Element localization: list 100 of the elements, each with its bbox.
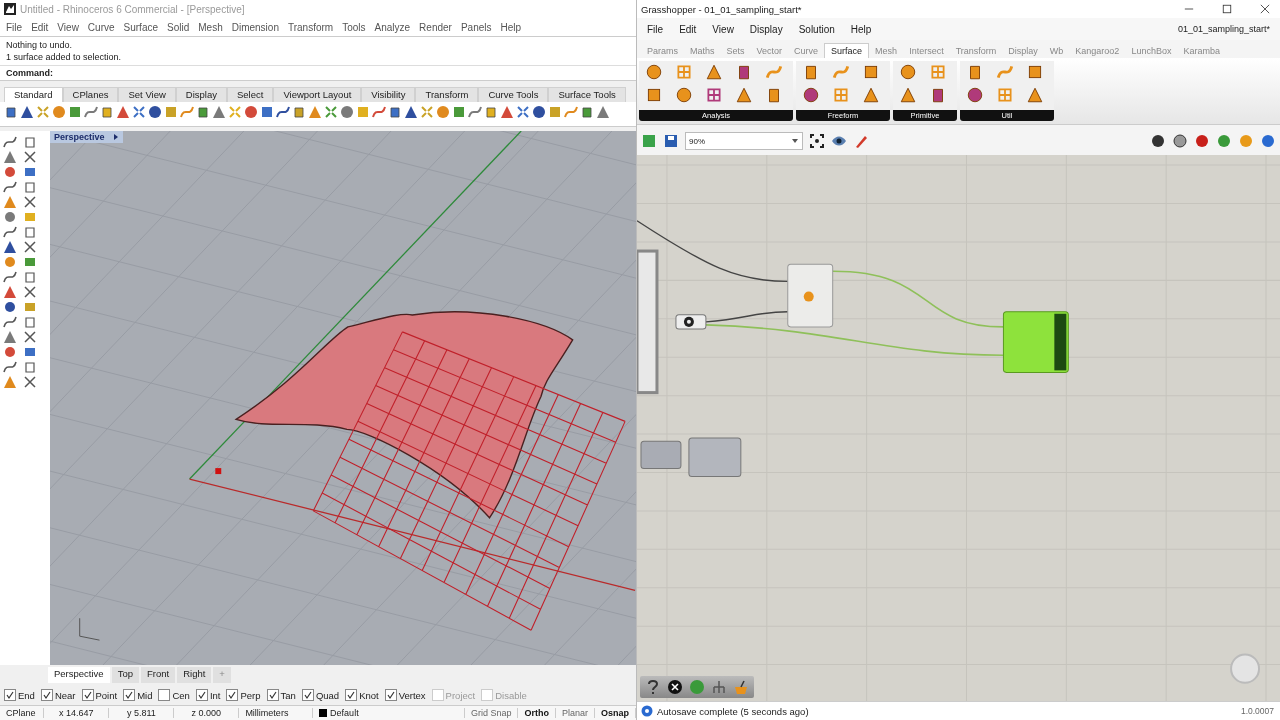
cone-icon[interactable] — [116, 105, 130, 119]
curve-icon[interactable] — [3, 135, 17, 149]
checkbox[interactable] — [40, 689, 53, 701]
cone-icon[interactable] — [500, 105, 514, 119]
sphere-icon[interactable] — [966, 86, 984, 104]
curve-icon[interactable] — [84, 105, 98, 119]
checkbox[interactable] — [158, 689, 171, 701]
maximize-icon[interactable] — [1222, 4, 1232, 14]
cone-icon[interactable] — [3, 330, 17, 344]
status-toggle[interactable]: Planar — [555, 708, 595, 718]
sphere-icon[interactable] — [532, 105, 546, 119]
curve-icon[interactable] — [468, 105, 482, 119]
cone-icon[interactable] — [899, 86, 917, 104]
sphere-icon[interactable] — [1172, 133, 1188, 149]
sphere-icon[interactable] — [1194, 133, 1210, 149]
slider-component[interactable] — [675, 314, 707, 330]
sphere-icon[interactable] — [3, 300, 17, 314]
toolbar-tab[interactable]: Viewport Layout — [273, 87, 362, 102]
status-toggle[interactable]: Grid Snap — [464, 708, 519, 718]
menu-item[interactable]: Transform — [287, 21, 334, 33]
sphere-icon[interactable] — [645, 63, 663, 81]
box-icon[interactable] — [260, 105, 274, 119]
help-icon[interactable] — [645, 679, 661, 695]
menu-item[interactable]: View — [712, 23, 734, 35]
menu-item[interactable]: View — [57, 21, 79, 33]
cone-icon[interactable] — [735, 86, 753, 104]
box-icon[interactable] — [23, 255, 37, 269]
command-prompt[interactable]: Command: — [0, 65, 636, 81]
checkbox[interactable] — [345, 689, 358, 701]
menu-item[interactable]: Surface — [123, 21, 158, 33]
sphere-icon[interactable] — [1150, 133, 1166, 149]
component-node[interactable] — [688, 437, 742, 478]
file-icon[interactable] — [641, 133, 657, 149]
toolbar-tab[interactable]: Surface Tools — [548, 87, 626, 102]
component-node[interactable] — [640, 440, 682, 469]
curve-icon[interactable] — [276, 105, 290, 119]
toolbar-tab[interactable]: Select — [226, 87, 274, 102]
pot-icon[interactable] — [733, 679, 749, 695]
checkbox[interactable] — [226, 689, 239, 701]
box-icon[interactable] — [645, 86, 663, 104]
menu-item[interactable]: Dimension — [231, 21, 279, 33]
menu-item[interactable]: Panels — [460, 21, 492, 33]
viewport-tab[interactable]: Top — [111, 667, 139, 683]
cone-icon[interactable] — [1026, 86, 1044, 104]
box-icon[interactable] — [68, 105, 82, 119]
checkbox[interactable] — [81, 689, 94, 701]
checkbox[interactable] — [123, 689, 136, 701]
tree-icon[interactable] — [711, 679, 727, 695]
checkbox[interactable] — [301, 689, 314, 701]
checkbox[interactable] — [266, 689, 279, 701]
menu-item[interactable]: Edit — [31, 21, 49, 33]
cone-icon[interactable] — [404, 105, 418, 119]
toolbar-tab[interactable]: Transform — [415, 87, 479, 102]
cone-icon[interactable] — [596, 105, 610, 119]
curve-icon[interactable] — [3, 225, 17, 239]
status-toggle[interactable]: Osnap — [594, 708, 636, 718]
menu-item[interactable]: Help — [500, 21, 522, 33]
checkbox[interactable] — [384, 689, 397, 701]
box-icon[interactable] — [452, 105, 466, 119]
menu-item[interactable]: Analyze — [374, 21, 411, 33]
checkbox[interactable] — [195, 689, 208, 701]
menu-item[interactable]: Tools — [342, 21, 366, 33]
toolbar-tab[interactable]: Display — [175, 87, 227, 102]
toolbar-tab[interactable]: Standard — [4, 87, 63, 102]
menu-item[interactable]: Edit — [679, 23, 697, 35]
brush-icon[interactable] — [853, 133, 869, 149]
viewport-label[interactable]: Perspective — [50, 131, 123, 143]
viewport-tab[interactable]: Perspective — [48, 667, 110, 683]
cone-icon[interactable] — [862, 86, 880, 104]
menu-item[interactable]: Mesh — [198, 21, 223, 33]
curve-icon[interactable] — [3, 180, 17, 194]
toolbar-tab[interactable]: CPlanes — [62, 87, 119, 102]
cone-icon[interactable] — [3, 240, 17, 254]
cplane-label[interactable]: CPlane — [0, 708, 45, 718]
sphere-icon[interactable] — [802, 86, 820, 104]
toolbar-tab[interactable]: Set View — [118, 87, 176, 102]
menu-item[interactable]: Render — [419, 21, 452, 33]
sphere-icon[interactable] — [148, 105, 162, 119]
box-icon[interactable] — [1026, 63, 1044, 81]
close-icon[interactable] — [1260, 4, 1270, 14]
status-toggle[interactable]: Ortho — [518, 708, 556, 718]
menu-item[interactable]: File — [647, 23, 664, 35]
component-node[interactable] — [1002, 311, 1069, 373]
close-icon[interactable] — [667, 679, 683, 695]
cone-icon[interactable] — [705, 63, 723, 81]
viewport-tab[interactable]: Right — [177, 667, 212, 683]
cone-icon[interactable] — [20, 105, 34, 119]
layer-label[interactable]: Default — [330, 708, 359, 718]
menu-item[interactable]: Solid — [167, 21, 190, 33]
menu-item[interactable]: Help — [850, 23, 872, 35]
curve-icon[interactable] — [3, 315, 17, 329]
ribbon-tab[interactable]: Surface — [824, 43, 870, 58]
cone-icon[interactable] — [3, 285, 17, 299]
box-icon[interactable] — [862, 63, 880, 81]
checkbox[interactable] — [4, 689, 16, 701]
curve-icon[interactable] — [3, 360, 17, 374]
toolbar-tab[interactable]: Curve Tools — [478, 87, 549, 102]
menu-item[interactable]: Curve — [87, 21, 115, 33]
sphere-icon[interactable] — [899, 63, 917, 81]
curve-icon[interactable] — [372, 105, 386, 119]
